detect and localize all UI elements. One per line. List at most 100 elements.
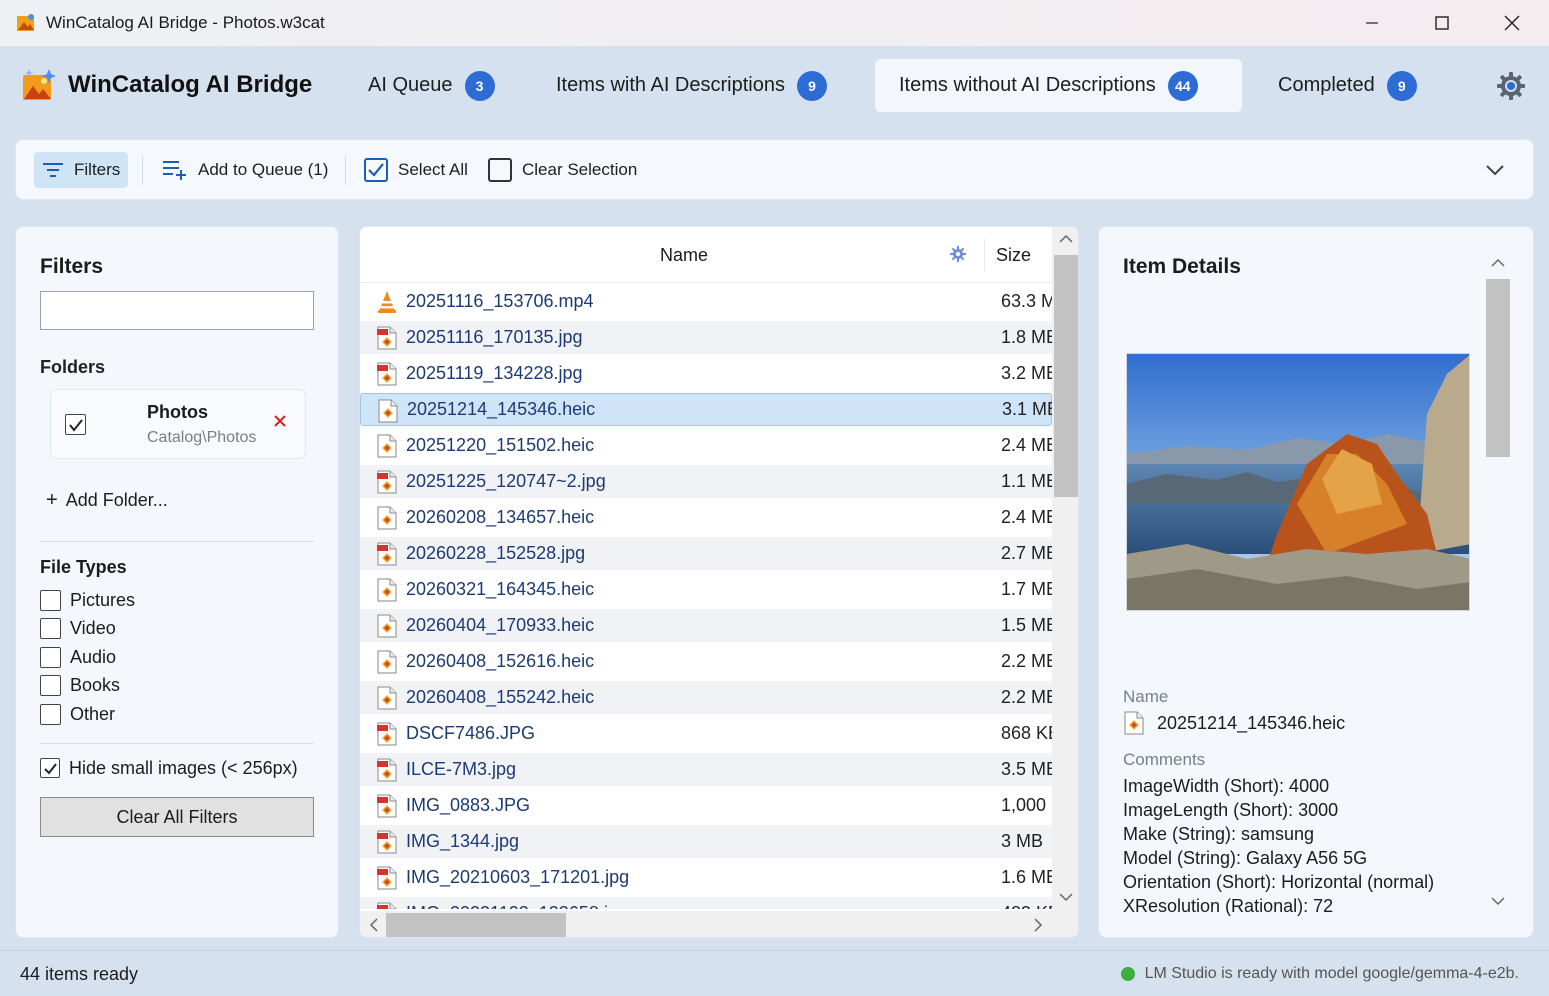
file-type-books[interactable]: Books xyxy=(40,673,120,697)
filters-panel: Filters Folders Photos Catalog\Photos + … xyxy=(15,226,339,938)
add-to-list-icon xyxy=(162,159,188,181)
file-row[interactable]: 20260404_170933.heic 1.5 MB xyxy=(360,609,1052,642)
tab-label: Items without AI Descriptions xyxy=(899,74,1156,96)
file-row[interactable]: 20251214_145346.heic 3.1 MB xyxy=(360,393,1052,426)
file-row[interactable]: 20251220_151502.heic 2.4 MB xyxy=(360,429,1052,462)
file-type-pictures[interactable]: Pictures xyxy=(40,588,135,612)
file-name: 20251116_153706.mp4 xyxy=(406,291,594,311)
photo-thumbnail xyxy=(1127,354,1469,610)
file-row[interactable]: 20260408_155242.heic 2.2 MB xyxy=(360,681,1052,714)
file-row[interactable]: 20251116_170135.jpg 1.8 MB xyxy=(360,321,1052,354)
divider xyxy=(40,743,314,744)
scroll-thumb[interactable] xyxy=(1054,255,1078,497)
scroll-down-icon[interactable] xyxy=(1490,895,1506,907)
scroll-down-icon[interactable] xyxy=(1058,891,1074,903)
file-type-video[interactable]: Video xyxy=(40,616,116,640)
scroll-up-icon[interactable] xyxy=(1490,257,1506,269)
close-icon xyxy=(1504,15,1520,31)
file-row[interactable]: 20260228_152528.jpg 2.7 MB xyxy=(360,537,1052,570)
file-row[interactable]: 20251119_134228.jpg 3.2 MB xyxy=(360,357,1052,390)
add-folder-button[interactable]: + Add Folder... xyxy=(46,489,168,512)
checkmark-icon xyxy=(43,762,57,775)
file-row[interactable]: 20251116_153706.mp4 63.3 MB xyxy=(360,285,1052,318)
jpg-file-icon xyxy=(377,542,397,566)
scroll-up-icon[interactable] xyxy=(1058,233,1074,245)
file-row[interactable]: IMG_0883.JPG 1,000 KB xyxy=(360,789,1052,822)
filter-search-input[interactable] xyxy=(40,291,314,330)
tab-items-without-ai-descriptions[interactable]: Items without AI Descriptions 44 xyxy=(875,59,1242,112)
file-type-other[interactable]: Other xyxy=(40,702,115,726)
file-type-label: Video xyxy=(70,617,116,638)
brand-logo-icon xyxy=(23,69,56,100)
maximize-button[interactable] xyxy=(1407,0,1477,46)
clear-all-filters-button[interactable]: Clear All Filters xyxy=(40,797,314,837)
tab-completed[interactable]: Completed 9 xyxy=(1254,59,1441,112)
file-type-label: Other xyxy=(70,703,116,724)
heic-file-icon xyxy=(377,434,397,458)
scroll-corner xyxy=(1052,911,1078,937)
clear-selection-label: Clear Selection xyxy=(522,160,638,179)
column-header-name[interactable]: Name xyxy=(660,245,708,266)
jpg-file-icon xyxy=(377,902,397,909)
heic-file-icon xyxy=(377,614,397,638)
jpg-file-icon xyxy=(377,722,397,746)
comment-line: Orientation (Short): Horizontal (normal) xyxy=(1123,872,1435,892)
item-name-text: 20251214_145346.heic xyxy=(1157,712,1346,733)
file-size: 3.2 MB xyxy=(1001,363,1052,383)
add-to-queue-button[interactable]: Add to Queue (1) xyxy=(154,152,336,188)
column-settings-button[interactable] xyxy=(950,246,966,267)
file-row[interactable]: 20251225_120747~2.jpg 1.1 MB xyxy=(360,465,1052,498)
clear-selection-button[interactable]: Clear Selection xyxy=(480,152,645,188)
file-name: ILCE-7M3.jpg xyxy=(406,759,517,779)
close-button[interactable] xyxy=(1477,0,1547,46)
comment-line: ImageLength (Short): 3000 xyxy=(1123,800,1339,820)
file-row[interactable]: 20260208_134657.heic 2.4 MB xyxy=(360,501,1052,534)
tab-ai-queue[interactable]: AI Queue 3 xyxy=(344,59,519,112)
tab-label: AI Queue xyxy=(368,74,453,96)
file-row[interactable]: 20260321_164345.heic 1.7 MB xyxy=(360,573,1052,606)
filters-toggle-button[interactable]: Filters xyxy=(34,152,128,188)
remove-folder-button[interactable] xyxy=(273,411,287,434)
hide-small-images-checkbox[interactable]: Hide small images (< 256px) xyxy=(40,756,298,780)
column-divider xyxy=(984,239,985,271)
file-size: 1.8 MB xyxy=(1001,327,1052,347)
select-all-button[interactable]: Select All xyxy=(356,152,476,188)
column-header-size[interactable]: Size xyxy=(996,245,1031,266)
list-header: Name Size xyxy=(360,227,1052,283)
settings-button[interactable] xyxy=(1493,68,1529,104)
file-type-audio[interactable]: Audio xyxy=(40,645,116,669)
file-row[interactable]: IMG_1344.jpg 3 MB xyxy=(360,825,1052,858)
folder-path: Catalog\Photos xyxy=(147,429,257,446)
file-row[interactable]: ILCE-7M3.jpg 3.5 MB xyxy=(360,753,1052,786)
file-row[interactable]: DSCF7486.JPG 868 KB xyxy=(360,717,1052,750)
file-size: 1.1 MB xyxy=(1001,471,1052,491)
vertical-scrollbar[interactable] xyxy=(1052,227,1078,917)
scroll-right-icon[interactable] xyxy=(1032,917,1044,933)
brand: WinCatalog AI Bridge xyxy=(22,68,312,102)
toolbar-expand-button[interactable] xyxy=(1483,158,1507,182)
file-row[interactable]: 20260408_152616.heic 2.2 MB xyxy=(360,645,1052,678)
folder-checkbox[interactable] xyxy=(65,414,95,435)
folder-name: Photos xyxy=(147,402,208,422)
horizontal-scrollbar[interactable] xyxy=(360,911,1052,937)
jpg-file-icon xyxy=(377,794,397,818)
details-scrollbar[interactable] xyxy=(1484,251,1512,917)
scroll-thumb[interactable] xyxy=(386,913,566,937)
file-row[interactable]: IMG_20221103_123658.jpg 483 KB xyxy=(360,897,1052,909)
hide-small-label: Hide small images (< 256px) xyxy=(69,757,298,778)
file-name: 20260321_164345.heic xyxy=(406,579,595,599)
file-name: 20251225_120747~2.jpg xyxy=(406,471,606,491)
scroll-left-icon[interactable] xyxy=(368,917,380,933)
file-row[interactable]: IMG_20210603_171201.jpg 1.6 MB xyxy=(360,861,1052,894)
scroll-thumb[interactable] xyxy=(1486,279,1510,457)
checkmark-icon xyxy=(68,418,83,432)
file-size: 1.5 MB xyxy=(1001,615,1052,635)
file-name: 20260404_170933.heic xyxy=(406,615,595,635)
file-name: DSCF7486.JPG xyxy=(406,723,536,743)
add-folder-label: Add Folder... xyxy=(65,490,168,510)
tab-items-with-ai-descriptions[interactable]: Items with AI Descriptions 9 xyxy=(532,59,851,112)
minimize-button[interactable] xyxy=(1337,0,1407,46)
file-type-label: Pictures xyxy=(70,589,136,610)
heic-file-icon xyxy=(378,399,398,423)
status-bar: 44 items ready LM Studio is ready with m… xyxy=(0,950,1549,996)
